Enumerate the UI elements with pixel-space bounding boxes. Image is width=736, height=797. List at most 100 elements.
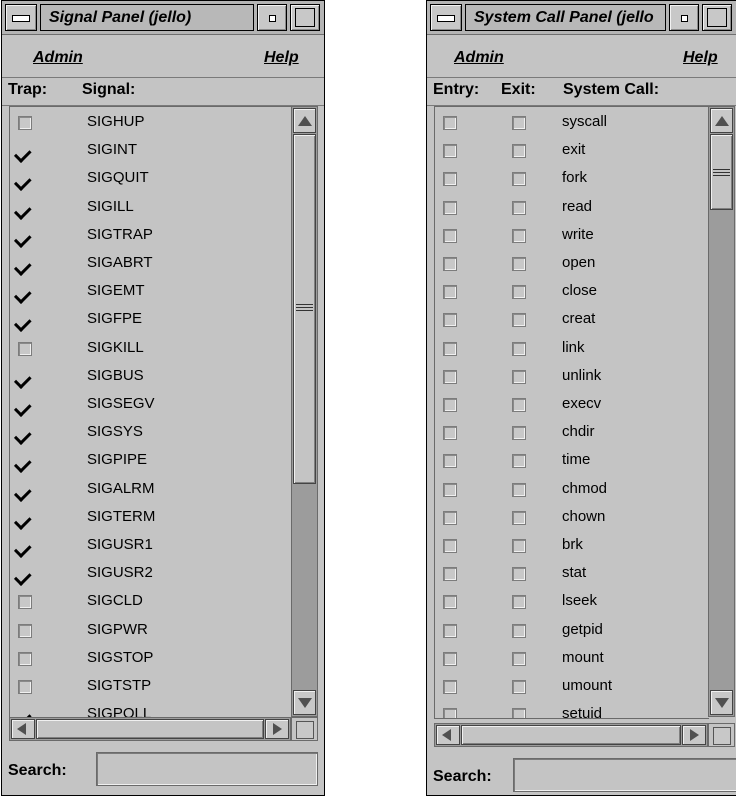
trap-checkbox[interactable]	[18, 623, 32, 638]
entry-checkbox[interactable]	[443, 680, 457, 694]
exit-checkbox[interactable]	[512, 398, 526, 412]
scroll-corner	[291, 717, 318, 741]
entry-checkbox[interactable]	[443, 567, 457, 582]
horizontal-scrollbar[interactable]	[434, 723, 708, 747]
trap-checkbox[interactable]	[18, 201, 32, 215]
entry-checkbox[interactable]	[443, 285, 457, 300]
trap-checkbox[interactable]	[18, 539, 32, 553]
trap-checkbox[interactable]	[18, 651, 32, 666]
entry-checkbox[interactable]	[443, 228, 457, 243]
window-menu-button[interactable]	[5, 4, 37, 31]
entry-checkbox[interactable]	[443, 539, 457, 553]
scroll-thumb[interactable]	[293, 134, 316, 484]
horizontal-scrollbar[interactable]	[9, 717, 291, 741]
scroll-right-button[interactable]	[682, 725, 706, 745]
exit-checkbox[interactable]	[512, 595, 526, 610]
exit-checkbox[interactable]	[512, 680, 526, 694]
exit-checkbox[interactable]	[512, 651, 526, 666]
entry-checkbox[interactable]	[443, 341, 457, 356]
trap-checkbox[interactable]	[18, 567, 32, 581]
exit-checkbox[interactable]	[512, 200, 526, 215]
scroll-thumb[interactable]	[710, 134, 733, 210]
horizontal-scroll-thumb[interactable]	[461, 725, 681, 745]
vertical-scrollbar[interactable]	[291, 106, 318, 717]
trap-checkbox[interactable]	[18, 680, 32, 694]
window-title: Signal Panel (jello)	[40, 4, 254, 31]
entry-checkbox[interactable]	[443, 426, 457, 441]
search-input[interactable]	[513, 758, 736, 792]
exit-checkbox[interactable]	[512, 172, 526, 187]
trap-checkbox[interactable]	[18, 144, 32, 158]
scroll-down-button[interactable]	[710, 690, 733, 715]
entry-checkbox[interactable]	[443, 398, 457, 412]
system-call-panel-window: System Call Panel (jello Admin Help Entr…	[426, 0, 736, 796]
scroll-left-button[interactable]	[11, 719, 35, 739]
entry-checkbox[interactable]	[443, 595, 457, 610]
window-menu-button[interactable]	[430, 4, 462, 31]
exit-checkbox[interactable]	[512, 426, 526, 441]
exit-checkbox[interactable]	[512, 708, 526, 718]
search-input[interactable]	[96, 752, 318, 786]
exit-checkbox[interactable]	[512, 285, 526, 300]
trap-checkbox[interactable]	[18, 257, 32, 271]
exit-checkbox[interactable]	[512, 369, 526, 384]
minimize-button[interactable]	[669, 4, 699, 31]
entry-checkbox[interactable]	[443, 454, 457, 469]
entry-checkbox[interactable]	[443, 708, 457, 718]
scroll-up-button[interactable]	[293, 108, 316, 133]
exit-checkbox[interactable]	[512, 228, 526, 243]
maximize-button[interactable]	[702, 4, 732, 31]
exit-checkbox[interactable]	[512, 144, 526, 159]
help-menu[interactable]: Help	[683, 49, 718, 67]
scroll-right-button[interactable]	[265, 719, 289, 739]
trap-checkbox[interactable]	[18, 426, 32, 440]
exit-checkbox[interactable]	[512, 623, 526, 638]
exit-checkbox[interactable]	[512, 257, 526, 271]
exit-checkbox[interactable]	[512, 454, 526, 469]
minimize-button[interactable]	[257, 4, 287, 31]
trap-checkbox[interactable]	[18, 595, 32, 610]
trap-checkbox[interactable]	[18, 229, 32, 243]
horizontal-scroll-thumb[interactable]	[36, 719, 264, 739]
trap-checkbox[interactable]	[18, 454, 32, 468]
admin-menu[interactable]: Admin	[454, 49, 504, 67]
entry-checkbox[interactable]	[443, 200, 457, 215]
trap-checkbox[interactable]	[18, 285, 32, 299]
exit-checkbox[interactable]	[512, 510, 526, 525]
trap-checkbox[interactable]	[18, 313, 32, 327]
entry-checkbox[interactable]	[443, 313, 457, 328]
exit-checkbox[interactable]	[512, 313, 526, 328]
trap-checkbox[interactable]	[18, 370, 32, 384]
trap-checkbox[interactable]	[18, 116, 32, 130]
title-bar[interactable]: Signal Panel (jello)	[2, 1, 324, 35]
exit-checkbox[interactable]	[512, 539, 526, 553]
exit-checkbox[interactable]	[512, 567, 526, 582]
scroll-left-button[interactable]	[436, 725, 460, 745]
entry-checkbox[interactable]	[443, 116, 457, 130]
scroll-up-button[interactable]	[710, 108, 733, 133]
entry-checkbox[interactable]	[443, 369, 457, 384]
entry-checkbox[interactable]	[443, 172, 457, 187]
vertical-scrollbar[interactable]	[708, 106, 735, 717]
entry-checkbox[interactable]	[443, 257, 457, 271]
maximize-button[interactable]	[290, 4, 320, 31]
entry-checkbox[interactable]	[443, 510, 457, 525]
scroll-down-button[interactable]	[293, 690, 316, 715]
entry-checkbox[interactable]	[443, 651, 457, 666]
trap-checkbox[interactable]	[18, 483, 32, 497]
exit-checkbox[interactable]	[512, 116, 526, 130]
trap-checkbox[interactable]	[18, 511, 32, 525]
entry-checkbox[interactable]	[443, 623, 457, 638]
signal-row: SIGSEGV	[10, 392, 292, 420]
system-call-name: execv	[562, 395, 602, 412]
trap-checkbox[interactable]	[18, 341, 32, 356]
title-bar[interactable]: System Call Panel (jello	[427, 1, 736, 35]
entry-checkbox[interactable]	[443, 144, 457, 159]
trap-checkbox[interactable]	[18, 172, 32, 186]
entry-checkbox[interactable]	[443, 482, 457, 497]
exit-checkbox[interactable]	[512, 482, 526, 497]
help-menu[interactable]: Help	[264, 49, 299, 67]
admin-menu[interactable]: Admin	[33, 49, 83, 67]
trap-checkbox[interactable]	[18, 398, 32, 412]
exit-checkbox[interactable]	[512, 341, 526, 356]
